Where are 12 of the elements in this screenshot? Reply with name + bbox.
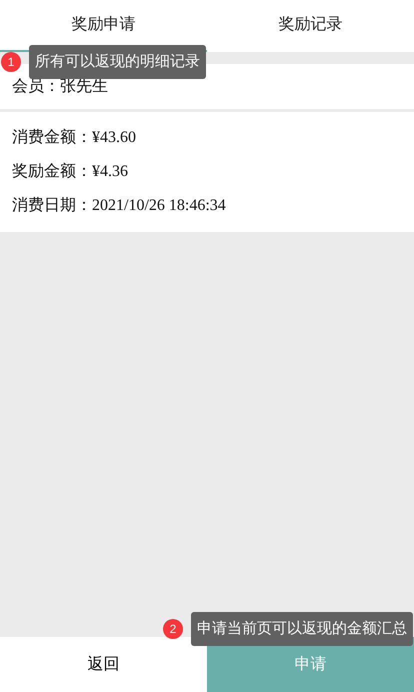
step-badge: 1 <box>1 52 21 72</box>
hint-tooltip: 申请当前页可以返现的金额汇总 <box>191 612 413 646</box>
field-label: 消费金额： <box>12 128 92 148</box>
tab[interactable]: 奖励记录 <box>207 0 414 52</box>
step-badge: 2 <box>163 619 183 639</box>
field-label: 消费日期： <box>12 196 92 216</box>
hint-tooltip: 所有可以返现的明细记录 <box>29 45 206 79</box>
field-label: 奖励金额： <box>12 162 92 182</box>
field-value: 2021/10/26 18:46:34 <box>92 196 226 216</box>
field-value: ¥4.36 <box>92 162 128 182</box>
back-button[interactable]: 返回 <box>0 637 207 692</box>
field-value: ¥43.60 <box>92 128 136 148</box>
